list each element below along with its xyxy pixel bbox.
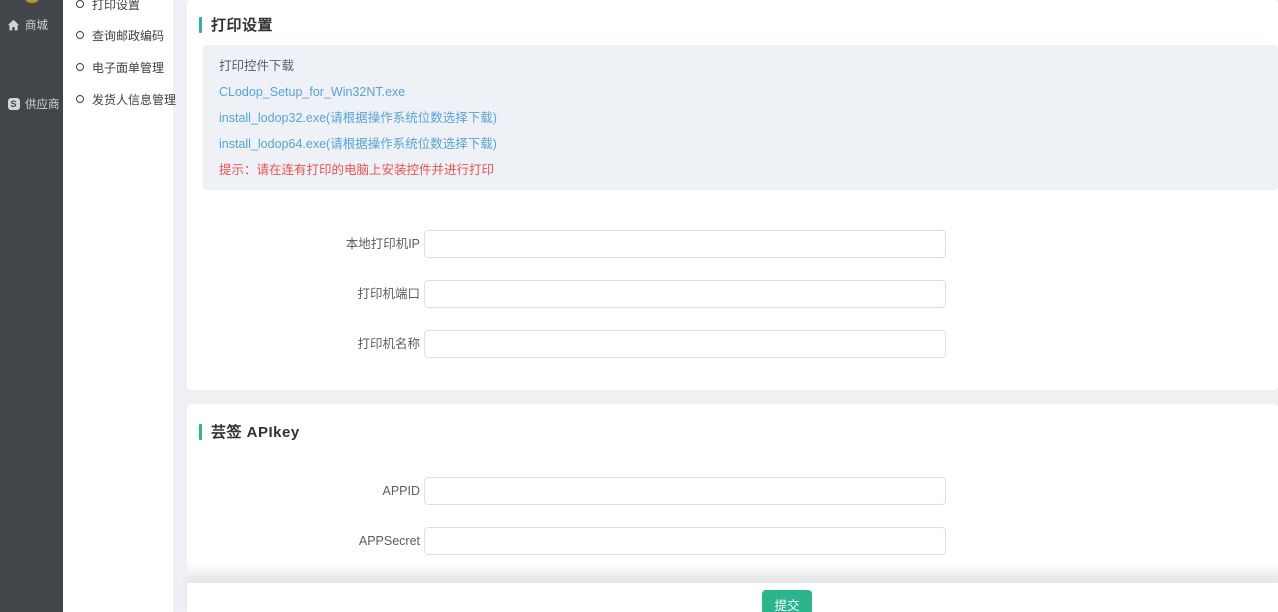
download-link-clodop[interactable]: CLodop_Setup_for_Win32NT.exe (219, 79, 1278, 105)
menu-item-print-settings[interactable]: 打印设置 (63, 0, 173, 12)
apikey-card: 芸签 APIkey APPID APPSecret (187, 404, 1278, 578)
primary-sidebar: 商城 S 供应商 (0, 0, 63, 612)
print-settings-card: 打印设置 打印控件下载 CLodop_Setup_for_Win32NT.exe… (187, 0, 1278, 390)
menu-item-sender-info-management[interactable]: 发货人信息管理 (63, 91, 173, 107)
print-settings-header: 打印设置 (199, 14, 273, 35)
appid-input[interactable] (424, 477, 946, 505)
apikey-header: 芸签 APIkey (199, 421, 300, 442)
download-heading: 打印控件下载 (219, 53, 1278, 79)
print-control-download-box: 打印控件下载 CLodop_Setup_for_Win32NT.exe inst… (203, 45, 1278, 190)
appid-label: APPID (187, 477, 420, 505)
home-icon (7, 19, 20, 32)
menu-item-label: 电子面单管理 (92, 59, 164, 76)
form-footer-bar: 提交 (187, 583, 1278, 612)
accent-bar (199, 17, 202, 33)
section-title: 打印设置 (211, 14, 273, 35)
download-link-lodop32[interactable]: install_lodop32.exe(请根据操作系统位数选择下载) (219, 105, 1278, 131)
logo-avatar[interactable] (23, 0, 41, 3)
sidebar-item-supplier[interactable]: S 供应商 (0, 96, 63, 112)
menu-item-postcode-query[interactable]: 查询邮政编码 (63, 27, 173, 43)
sidebar-item-label: 商城 (25, 17, 48, 33)
circle-icon (76, 31, 84, 39)
circle-icon (76, 95, 84, 103)
appsecret-input[interactable] (424, 527, 946, 555)
printer-ip-input[interactable] (424, 230, 946, 258)
printer-ip-label: 本地打印机IP (187, 230, 420, 258)
sidebar-item-label: 供应商 (25, 96, 60, 112)
download-link-lodop64[interactable]: install_lodop64.exe(请根据操作系统位数选择下载) (219, 131, 1278, 157)
submit-button[interactable]: 提交 (762, 590, 812, 612)
secondary-menu: 打印设置 查询邮政编码 电子面单管理 发货人信息管理 (63, 0, 173, 612)
printer-port-input[interactable] (424, 280, 946, 308)
printer-name-label: 打印机名称 (187, 330, 420, 358)
menu-item-ewaybill-management[interactable]: 电子面单管理 (63, 59, 173, 75)
menu-item-label: 查询邮政编码 (92, 27, 164, 44)
printer-name-input[interactable] (424, 330, 946, 358)
menu-item-label: 打印设置 (92, 0, 140, 13)
supplier-icon: S (7, 98, 20, 111)
download-tip-text: 提示：请在连有打印的电脑上安装控件并进行打印 (219, 157, 1278, 183)
section-title: 芸签 APIkey (211, 421, 300, 442)
circle-icon (76, 0, 84, 8)
circle-icon (76, 63, 84, 71)
sidebar-item-mall[interactable]: 商城 (0, 17, 63, 33)
menu-item-label: 发货人信息管理 (92, 91, 176, 108)
accent-bar (199, 424, 202, 440)
app-window: 商城 S 供应商 打印设置 查询邮政编码 电子面单管理 发货人信息管理 (0, 0, 1278, 612)
appsecret-label: APPSecret (187, 527, 420, 555)
printer-port-label: 打印机端口 (187, 280, 420, 308)
